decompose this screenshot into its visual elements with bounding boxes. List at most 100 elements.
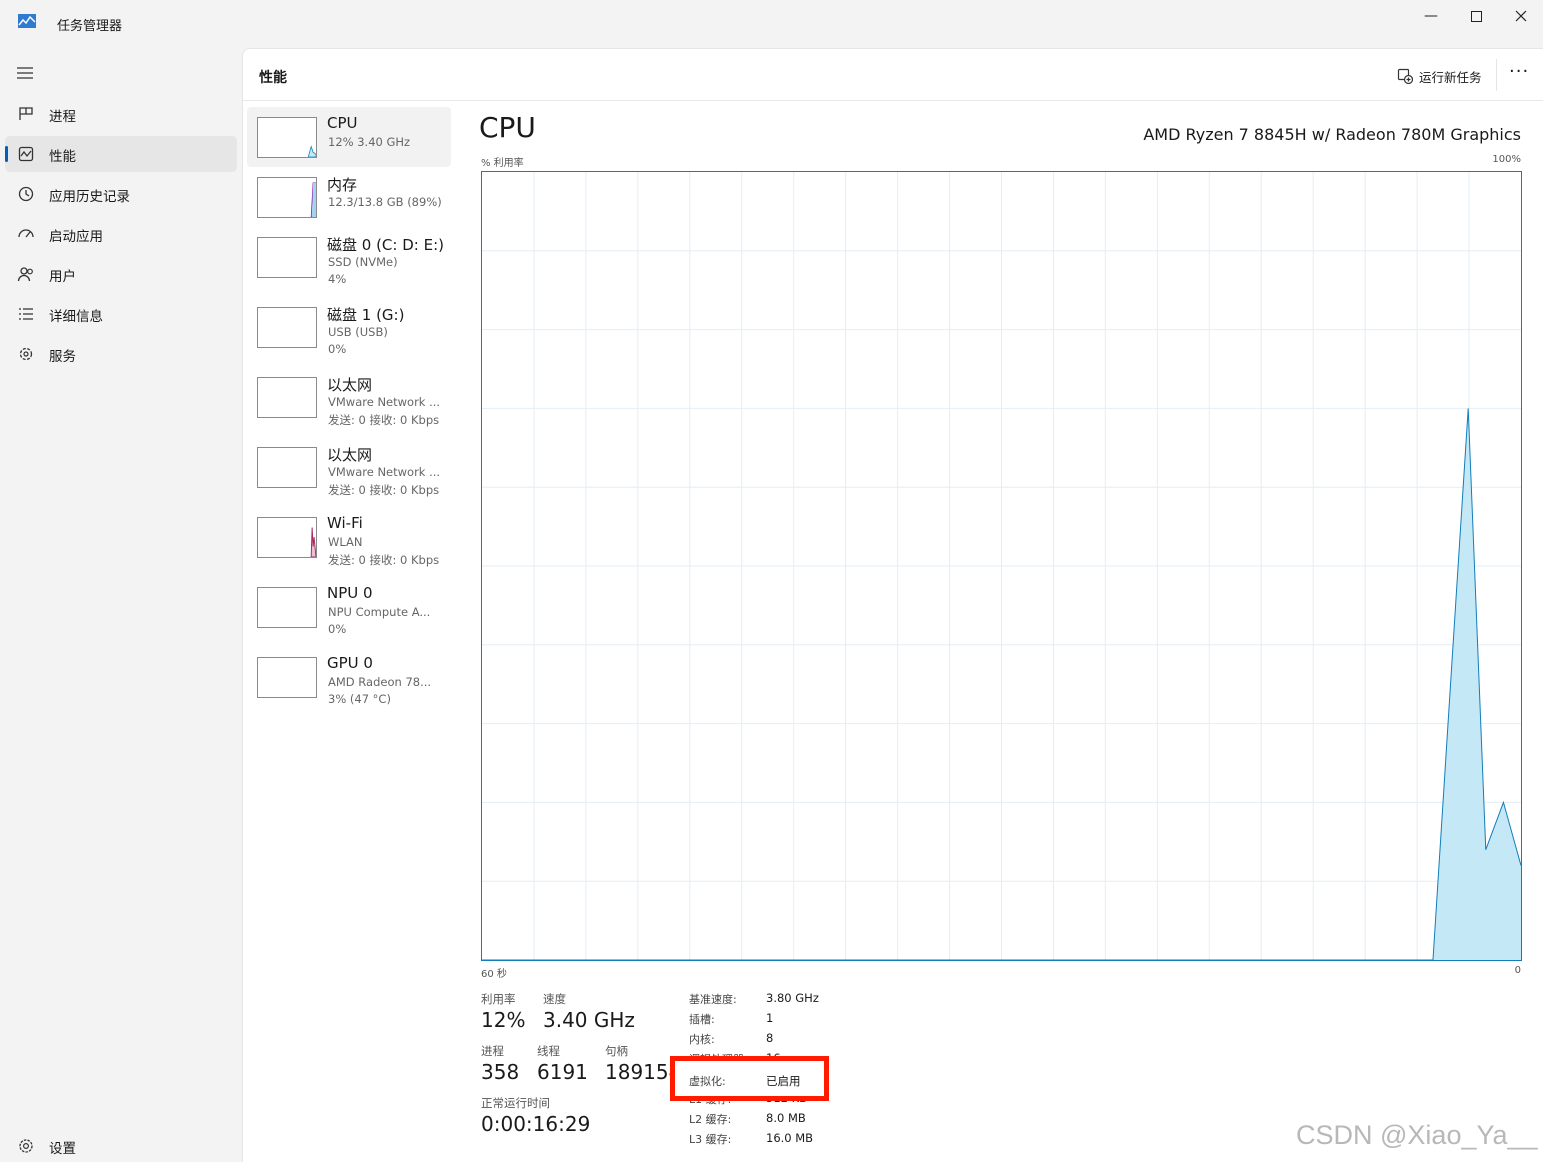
uptime-label: 正常运行时间 xyxy=(481,1096,550,1110)
minimize-icon: — xyxy=(1424,8,1438,24)
processes-label: 进程 xyxy=(481,1044,504,1058)
ethernet1-thumbnail-graph xyxy=(257,377,317,418)
nav-services[interactable]: 服务 xyxy=(5,336,237,372)
device-detail: USB (USB) xyxy=(328,325,388,339)
virtualization-highlight-box: 虚拟化: 已启用 xyxy=(670,1056,829,1101)
spec-value: 16.0 MB xyxy=(766,1131,814,1145)
npu-thumbnail-graph xyxy=(257,587,317,628)
nav-users-label: 用户 xyxy=(49,269,76,285)
close-icon xyxy=(1515,10,1527,22)
minimize-button[interactable]: — xyxy=(1408,0,1454,32)
device-usage: 发送: 0 接收: 0 Kbps xyxy=(328,553,440,567)
graph-x-left: 60 秒 xyxy=(481,969,507,980)
device-ethernet-2[interactable]: 以太网 VMware Network ... 发送: 0 接收: 0 Kbps xyxy=(247,437,451,497)
device-usage: 0% xyxy=(328,622,347,636)
device-name: NPU 0 xyxy=(327,584,373,602)
usage-label: 利用率 xyxy=(481,992,516,1006)
more-options-button[interactable]: ··· xyxy=(1509,61,1529,82)
threads-label: 线程 xyxy=(537,1044,560,1058)
nav-startup-apps[interactable]: 启动应用 xyxy=(5,216,237,252)
nav-app-history[interactable]: 应用历史记录 xyxy=(5,176,237,212)
close-button[interactable] xyxy=(1498,0,1543,32)
startup-icon xyxy=(18,229,34,238)
device-wifi[interactable]: Wi-Fi WLAN 发送: 0 接收: 0 Kbps xyxy=(247,507,451,567)
device-usage: 4% xyxy=(328,272,347,286)
spec-value: 1 xyxy=(766,1011,774,1025)
main-panel: 性能 运行新任务 ··· CPU 12% 3.40 GHz 内存 12.3/13… xyxy=(242,48,1543,1162)
spec-value: 8.0 MB xyxy=(766,1111,806,1125)
usage-value: 12% xyxy=(481,1008,526,1032)
device-memory[interactable]: 内存 12.3/13.8 GB (89%) xyxy=(247,167,451,227)
device-npu[interactable]: NPU 0 NPU Compute A... 0% xyxy=(247,577,451,637)
gpu-thumbnail-graph xyxy=(257,657,317,698)
disk0-thumbnail-graph xyxy=(257,237,317,278)
device-detail: WLAN xyxy=(328,535,363,549)
device-disk-1[interactable]: 磁盘 1 (G:) USB (USB) 0% xyxy=(247,297,451,357)
page-title: 性能 xyxy=(259,70,287,86)
settings-gear-icon xyxy=(19,1139,33,1153)
details-icon xyxy=(19,308,33,320)
spec-label: L3 缓存: xyxy=(689,1133,732,1146)
device-usage: 发送: 0 接收: 0 Kbps xyxy=(328,413,440,427)
hamburger-menu-icon[interactable] xyxy=(16,66,34,80)
services-icon xyxy=(19,347,33,361)
device-name: 磁盘 1 (G:) xyxy=(327,306,405,324)
threads-value: 6191 xyxy=(537,1060,588,1084)
spec-value: 3.80 GHz xyxy=(766,991,819,1005)
uptime-value: 0:00:16:29 xyxy=(481,1112,591,1136)
device-gpu[interactable]: GPU 0 AMD Radeon 78... 3% (47 °C) xyxy=(247,647,451,707)
device-name: 以太网 xyxy=(327,376,373,394)
title-bar: 任务管理器 — xyxy=(0,0,1543,48)
device-usage: 0% xyxy=(328,342,347,356)
maximize-icon xyxy=(1470,10,1482,22)
device-detail: VMware Network ... xyxy=(328,465,441,479)
handles-label: 句柄 xyxy=(605,1044,628,1058)
graph-x-right: 0 xyxy=(1514,965,1521,976)
graph-y-label: % 利用率 xyxy=(481,158,524,169)
nav-settings-label: 设置 xyxy=(49,1141,76,1157)
device-disk-0[interactable]: 磁盘 0 (C: D: E:) SSD (NVMe) 4% xyxy=(247,227,451,287)
nav-settings[interactable]: 设置 xyxy=(5,1128,237,1162)
device-usage: 3% (47 °C) xyxy=(328,692,391,706)
device-name: CPU xyxy=(327,114,358,132)
spec-label: 基准速度: xyxy=(689,993,737,1006)
device-ethernet-1[interactable]: 以太网 VMware Network ... 发送: 0 接收: 0 Kbps xyxy=(247,367,451,427)
processes-value: 358 xyxy=(481,1060,520,1084)
header-divider xyxy=(1496,59,1497,91)
device-name: Wi-Fi xyxy=(327,514,363,532)
device-name: 磁盘 0 (C: D: E:) xyxy=(327,236,444,254)
nav-performance-label: 性能 xyxy=(49,149,76,165)
processes-icon xyxy=(19,107,33,120)
memory-thumbnail-graph xyxy=(257,177,317,218)
maximize-button[interactable] xyxy=(1453,0,1499,32)
navigation-pane: 进程 性能 应用历史记录 启动应用 用户 详细信息 服务 设置 xyxy=(0,48,240,1162)
nav-processes[interactable]: 进程 xyxy=(5,96,237,132)
run-new-task-label: 运行新任务 xyxy=(1419,69,1482,85)
page-header: 性能 运行新任务 ··· xyxy=(243,49,1543,101)
device-name: 以太网 xyxy=(327,446,373,464)
wifi-thumbnail-graph xyxy=(257,517,317,558)
ethernet2-thumbnail-graph xyxy=(257,447,317,488)
spec-label: 内核: xyxy=(689,1033,715,1046)
device-detail: NPU Compute A... xyxy=(328,605,431,619)
nav-users[interactable]: 用户 xyxy=(5,256,237,292)
spec-value: 8 xyxy=(766,1031,774,1045)
device-detail: AMD Radeon 78... xyxy=(328,675,432,689)
device-detail: VMware Network ... xyxy=(328,395,441,409)
speed-value: 3.40 GHz xyxy=(543,1008,635,1032)
device-detail: 12.3/13.8 GB (89%) xyxy=(328,195,442,209)
nav-details[interactable]: 详细信息 xyxy=(5,296,237,332)
device-cpu[interactable]: CPU 12% 3.40 GHz xyxy=(247,107,451,167)
cpu-model-name: AMD Ryzen 7 8845H w/ Radeon 780M Graphic… xyxy=(1143,125,1521,144)
nav-services-label: 服务 xyxy=(49,349,76,365)
nav-startup-apps-label: 启动应用 xyxy=(49,229,103,245)
nav-processes-label: 进程 xyxy=(49,109,76,125)
nav-performance[interactable]: 性能 xyxy=(5,136,237,172)
cpu-usage-graph xyxy=(481,171,1522,961)
spec-label: L2 缓存: xyxy=(689,1113,732,1126)
graph-y-max: 100% xyxy=(1492,154,1521,165)
run-new-task-button[interactable]: 运行新任务 xyxy=(1397,65,1482,87)
watermark: CSDN @Xiao_Ya__ xyxy=(1296,1120,1538,1150)
nav-app-history-label: 应用历史记录 xyxy=(49,189,130,205)
device-name: 内存 xyxy=(327,176,358,194)
